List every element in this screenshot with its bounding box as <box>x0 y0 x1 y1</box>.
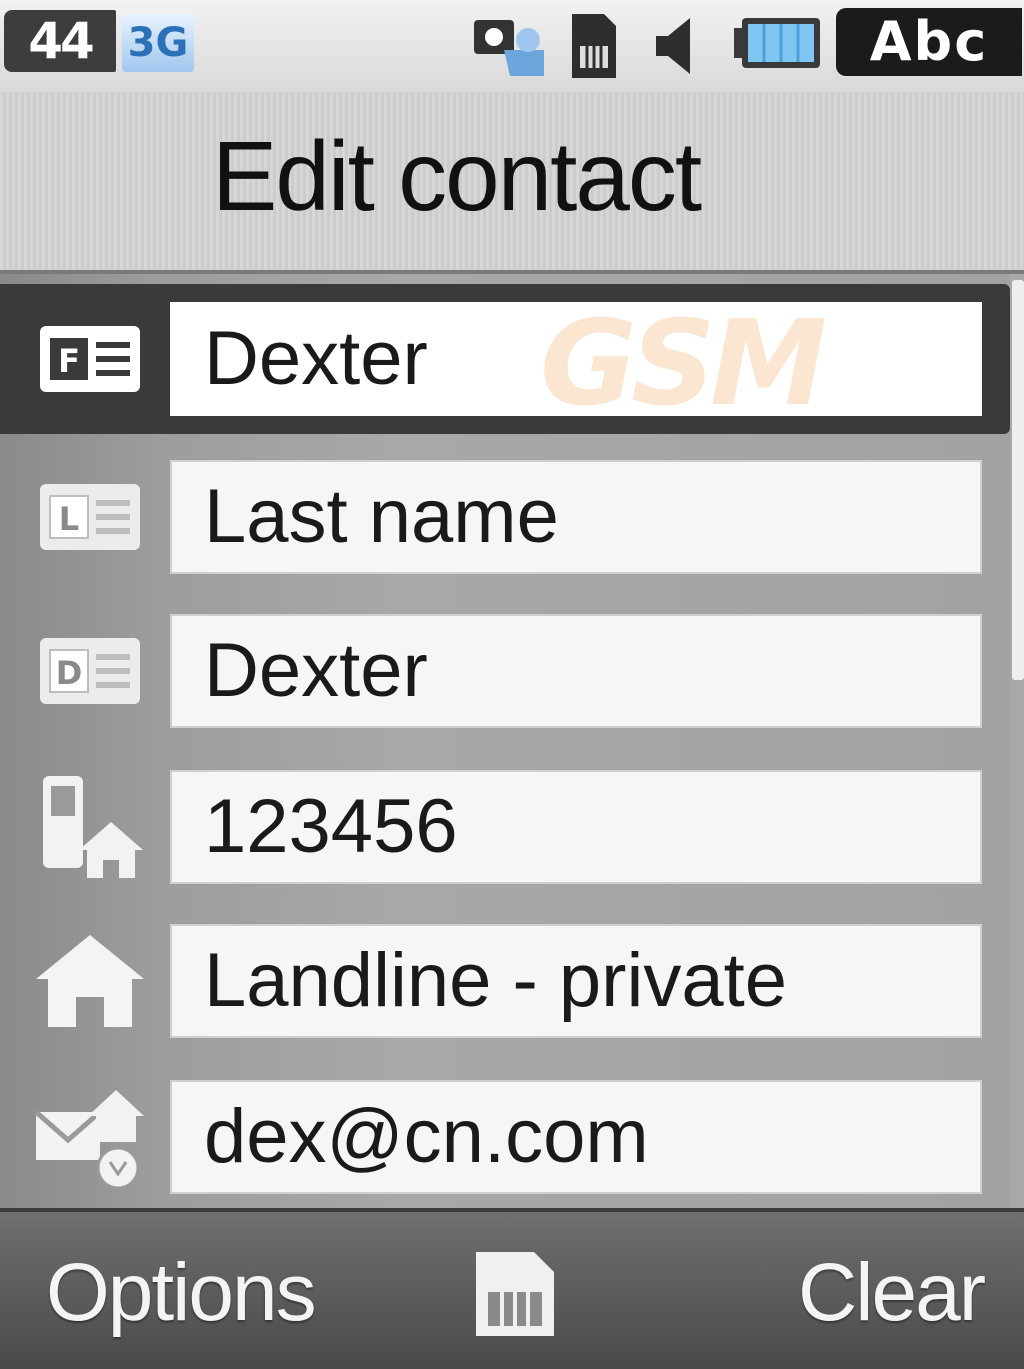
last-name-card-icon: L <box>30 462 150 572</box>
softkey-bar: Options Clear <box>0 1208 1024 1369</box>
sim-card-icon <box>572 14 616 78</box>
battery-icon <box>734 18 820 68</box>
first-name-row[interactable]: F Dexter GSM <box>0 284 1010 434</box>
email-field[interactable]: dex@cn.com <box>170 1080 982 1194</box>
svg-text:F: F <box>58 342 80 380</box>
display-name-field[interactable]: Dexter <box>170 614 982 728</box>
landline-row[interactable]: Landline - private <box>0 906 1010 1056</box>
first-name-field[interactable]: Dexter <box>170 302 982 416</box>
contact-field-list: F Dexter GSM L Last name D Dexter 123456… <box>0 274 1010 1208</box>
clear-softkey[interactable]: Clear <box>798 1246 986 1340</box>
email-home-icon <box>30 1082 150 1192</box>
home-icon <box>30 926 150 1036</box>
display-name-card-icon: D <box>30 616 150 726</box>
messenger-icon <box>474 20 544 76</box>
display-name-row[interactable]: D Dexter <box>0 596 1010 746</box>
speaker-icon <box>656 18 690 74</box>
page-title: Edit contact <box>212 121 702 231</box>
email-home-row[interactable]: dex@cn.com <box>0 1062 1010 1212</box>
last-name-row[interactable]: L Last name <box>0 442 1010 592</box>
svg-text:D: D <box>56 654 83 692</box>
status-bar: 44 3G Abc <box>0 0 1024 92</box>
network-type-badge: 3G <box>122 14 194 72</box>
input-mode-indicator: Abc <box>836 8 1022 76</box>
mobile-home-row[interactable]: 123456 <box>0 752 1010 902</box>
first-name-card-icon: F <box>30 304 150 414</box>
signal-strength-badge: 44 <box>4 10 116 72</box>
options-softkey[interactable]: Options <box>46 1246 317 1340</box>
mobile-home-icon <box>30 772 150 882</box>
landline-type-field[interactable]: Landline - private <box>170 924 982 1038</box>
mobile-home-number-field[interactable]: 123456 <box>170 770 982 884</box>
svg-text:L: L <box>59 500 79 538</box>
title-bar: Edit contact <box>0 92 1024 274</box>
last-name-field[interactable]: Last name <box>170 460 982 574</box>
sim-save-icon[interactable] <box>470 1248 560 1340</box>
scrollbar[interactable] <box>1012 280 1024 680</box>
